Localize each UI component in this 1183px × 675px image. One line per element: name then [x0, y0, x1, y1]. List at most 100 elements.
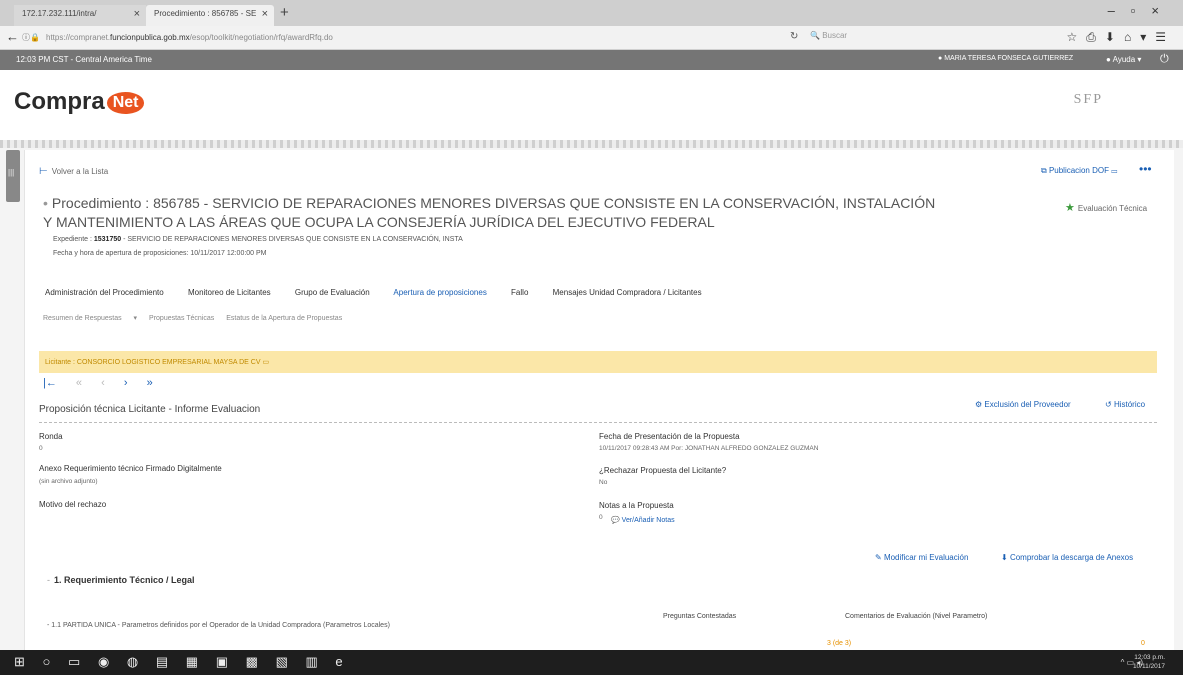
url-path: /esop/toolkit/negotiation/rfq/awardRfq.d… [189, 33, 333, 42]
url-field[interactable]: https://compranet.funcionpublica.gob.mx/… [46, 33, 333, 42]
app-header: 12:03 PM CST - Central America Time ● MA… [0, 50, 1183, 70]
tab-grupo-evaluacion[interactable]: Grupo de Evaluación [295, 288, 370, 297]
notas-count: 0 [599, 514, 603, 521]
logo-strip: Compra Net SFP [0, 70, 1183, 140]
requirement-sub-label: 1.1 PARTIDA UNICA - Parametros definidos… [51, 622, 390, 629]
excel-icon[interactable]: ▣ [216, 654, 228, 669]
history-label: Histórico [1113, 400, 1146, 409]
firefox-icon[interactable]: ◍ [127, 654, 138, 669]
technical-evaluation-link[interactable]: ★ Evaluación Técnica [1065, 201, 1147, 214]
logo-badge: Net [106, 92, 145, 114]
main-content: ⊢ Volver a la Lista ⧉ Publicacion DOF ▭ •… [24, 150, 1174, 650]
requirement-title[interactable]: -1. Requerimiento Técnico / Legal [47, 575, 195, 585]
fecha-presentacion-label: Fecha de Presentación de la Propuesta [599, 432, 740, 441]
star-icon: ★ [1065, 202, 1075, 214]
back-arrow-icon[interactable]: ← [6, 29, 19, 44]
user-menu[interactable]: ● MARIA TERESA FONSECA GUTIERREZ [938, 55, 1073, 62]
licitante-banner: Licitante : CONSORCIO LOGISTICO EMPRESAR… [39, 351, 1157, 373]
rechazar-value: No [599, 479, 608, 486]
anexo-label: Anexo Requerimiento técnico Firmado Digi… [39, 464, 222, 473]
page-title: • Procedimiento : 856785 - SERVICIO DE RE… [43, 194, 943, 232]
subtab-estatus[interactable]: Estatus de la Apertura de Propuestas [226, 315, 342, 322]
close-icon[interactable]: × [134, 8, 140, 20]
dof-publication-link[interactable]: ⧉ Publicacion DOF ▭ [1041, 166, 1117, 176]
timezone-clock: 12:03 PM CST - Central America Time [16, 55, 152, 64]
anexo-value: (sin archivo adjunto) [39, 478, 98, 485]
tab-fallo[interactable]: Fallo [511, 288, 528, 297]
windows-start-icon[interactable]: ⊞ [14, 654, 25, 669]
new-tab-icon[interactable]: + [280, 4, 289, 21]
history-link[interactable]: ↺ Histórico [1105, 400, 1145, 409]
prev-page-icon[interactable]: ‹ [101, 377, 105, 389]
more-options-icon[interactable]: ••• [1139, 162, 1152, 176]
main-tabs: Administración del Procedimiento Monitor… [45, 288, 724, 297]
verify-downloads-link[interactable]: ⬇ Comprobar la descarga de Anexos [1001, 553, 1133, 562]
exclusion-label: Exclusión del Proveedor [984, 400, 1071, 409]
search-icon[interactable]: ○ [43, 654, 51, 669]
back-to-list-icon: ⊢ [39, 166, 48, 177]
clock-time: 12:03 p.m. [1134, 654, 1165, 661]
sub-tabs: Resumen de Respuestas ▾ Propuestas Técni… [43, 314, 352, 322]
compranet-logo[interactable]: Compra Net [14, 88, 145, 116]
browser-tab-intra[interactable]: 172.17.232.111/intra/ × [14, 5, 146, 26]
view-add-notes-link[interactable]: 💬 Ver/Añadir Notas [611, 516, 675, 524]
system-clock[interactable]: 12:03 p.m. 10/11/2017 [1133, 653, 1165, 671]
task-view-icon[interactable]: ▭ [68, 654, 80, 669]
bullet-icon: • [43, 195, 48, 211]
next-page-icon[interactable]: › [124, 377, 128, 389]
comments-column-header: Comentarios de Evaluación (Nivel Paramet… [845, 613, 988, 620]
browser-tab-procedimiento[interactable]: Procedimiento : 856785 - SE × [146, 5, 274, 26]
reload-icon[interactable]: ↻ [790, 31, 798, 42]
evaluation-label: Evaluación Técnica [1077, 204, 1148, 213]
side-panel-handle[interactable] [6, 150, 20, 202]
modify-evaluation-link[interactable]: ✎ Modificar mi Evaluación [875, 553, 968, 562]
tab-mensajes[interactable]: Mensajes Unidad Compradora / Licitantes [553, 288, 702, 297]
ronda-value: 0 [39, 445, 43, 452]
tab-administracion[interactable]: Administración del Procedimiento [45, 288, 164, 297]
pdf-icon[interactable]: ▦ [186, 654, 198, 669]
return-to-list-link[interactable]: ⊢ Volver a la Lista [39, 166, 108, 177]
decorative-band [0, 140, 1183, 148]
expediente-desc: - SERVICIO DE REPARACIONES MENORES DIVER… [123, 236, 463, 243]
tab-label: Procedimiento : 856785 - SE [154, 9, 257, 18]
url-domain: funcionpublica.gob.mx [110, 33, 190, 42]
lock-icon[interactable]: ⓘ🔒 [22, 32, 40, 43]
subtab-propuestas[interactable]: Propuestas Técnicas [149, 315, 214, 322]
clock-date: 10/11/2017 [1132, 663, 1165, 670]
dof-label: Publicacion DOF [1048, 166, 1109, 175]
close-icon[interactable]: × [262, 8, 268, 20]
divider [39, 422, 1157, 423]
powerpoint-icon[interactable]: ▧ [276, 654, 288, 669]
tab-monitoreo[interactable]: Monitoreo de Licitantes [188, 288, 271, 297]
search-placeholder: Buscar [822, 31, 848, 40]
verify-label: Comprobar la descarga de Anexos [1009, 553, 1134, 562]
outlook-icon[interactable]: ▩ [246, 654, 258, 669]
collapse-icon: - [47, 575, 50, 585]
browser-tab-bar: 172.17.232.111/intra/ × Procedimiento : … [0, 0, 1183, 26]
comments-value: 0 [1141, 640, 1145, 647]
search-input[interactable]: 🔍 Buscar [810, 31, 1020, 40]
rechazar-label: ¿Rechazar Propuesta del Licitante? [599, 466, 727, 475]
tab-apertura[interactable]: Apertura de proposiciones [393, 288, 486, 297]
power-icon[interactable]: ⏻ [1160, 53, 1169, 66]
answered-column-header: Preguntas Contestadas [663, 613, 737, 620]
file-explorer-icon[interactable]: ▤ [156, 654, 168, 669]
licitante-name[interactable]: Licitante : CONSORCIO LOGISTICO EMPRESAR… [45, 358, 269, 366]
help-label: Ayuda [1112, 55, 1136, 64]
first-page-icon[interactable]: |← [43, 377, 57, 389]
subtab-label: Resumen de Respuestas [43, 315, 122, 322]
prev-page-fast-icon[interactable]: « [76, 377, 82, 389]
help-menu[interactable]: ● Ayuda ▾ [1106, 55, 1141, 64]
chrome-icon[interactable]: ◉ [98, 654, 109, 669]
notas-label: Notas a la Propuesta [599, 501, 674, 510]
requirement-subsection[interactable]: - 1.1 PARTIDA UNICA - Parametros definid… [47, 621, 447, 630]
last-page-icon[interactable]: » [147, 377, 153, 389]
subtab-resumen[interactable]: Resumen de Respuestas ▾ [43, 315, 137, 322]
word-icon[interactable]: ▥ [305, 654, 317, 669]
edge-icon[interactable]: e [335, 654, 342, 669]
exclusion-provider-link[interactable]: ⚙ Exclusión del Proveedor [975, 400, 1071, 409]
return-label: Volver a la Lista [51, 167, 109, 176]
user-name: MARIA TERESA FONSECA GUTIERREZ [944, 55, 1074, 62]
window-controls[interactable]: –▫× [1108, 3, 1175, 18]
browser-toolbar-icons[interactable]: ☆⎙⬇⌂▾☰ [1067, 30, 1175, 45]
